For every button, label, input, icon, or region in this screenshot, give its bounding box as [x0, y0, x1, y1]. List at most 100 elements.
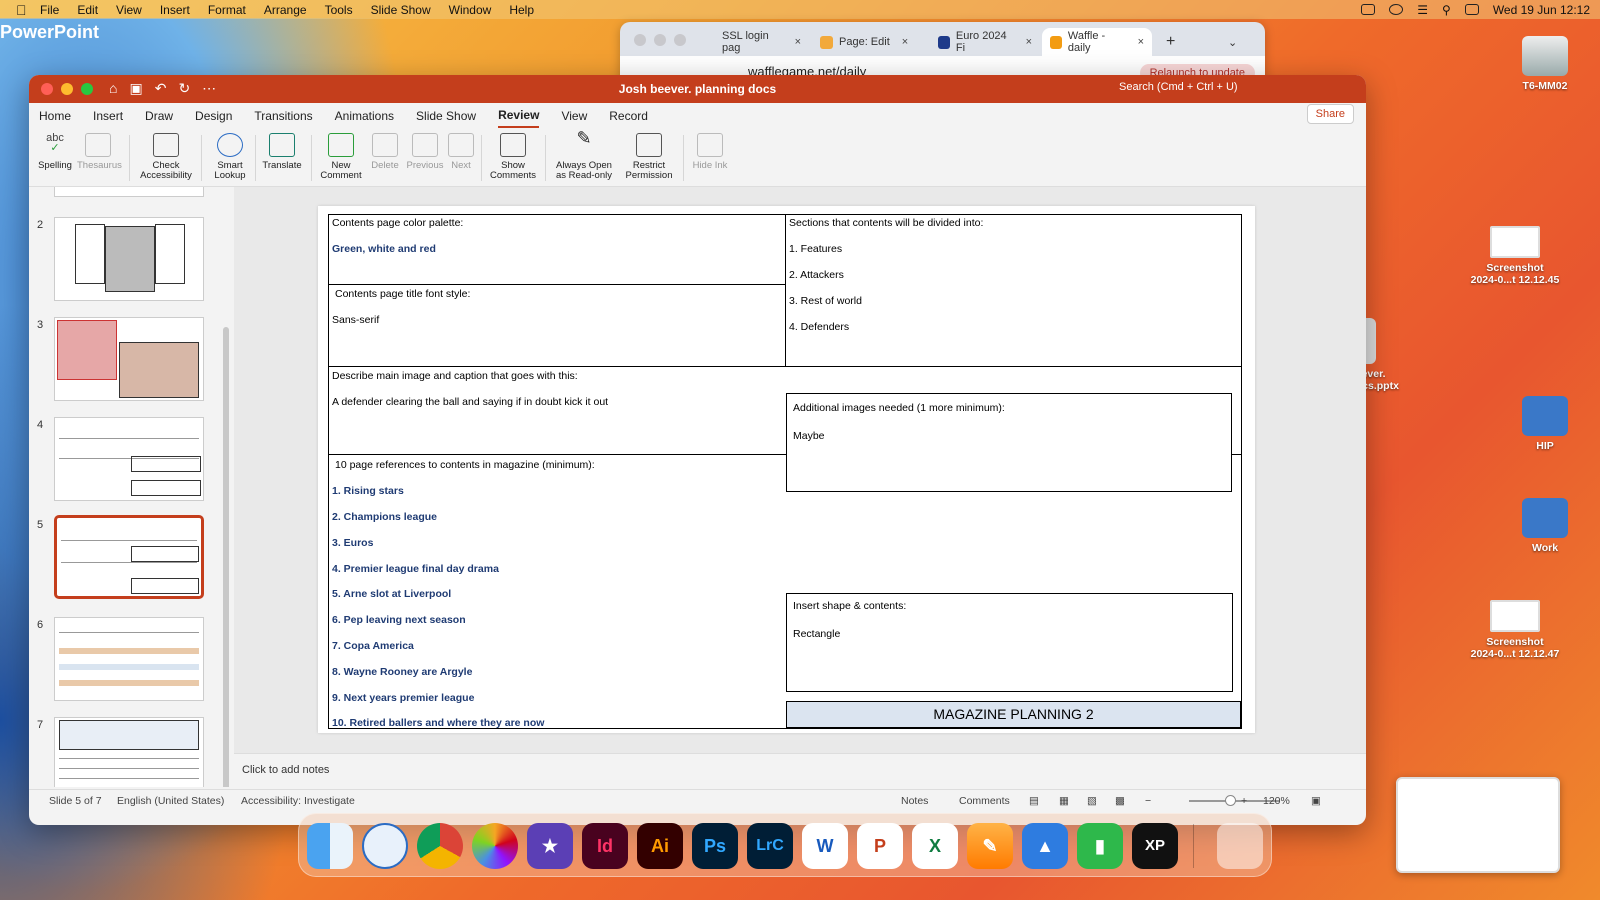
zoom-out-icon[interactable]: −	[1145, 795, 1151, 807]
tab-list-chevron-icon[interactable]: ⌄	[1220, 28, 1245, 56]
section-item[interactable]: 4. Defenders	[789, 321, 849, 333]
reading-view-icon[interactable]: ▧	[1087, 795, 1097, 807]
close-tab-icon[interactable]: ×	[902, 36, 908, 48]
illustrator-icon[interactable]: Ai	[637, 823, 683, 869]
zoom-level[interactable]: 120%	[1263, 795, 1290, 807]
slide-thumbnail-6[interactable]	[54, 617, 204, 701]
desktop-icon-drive[interactable]: T6-MM02	[1490, 36, 1600, 92]
check-accessibility-button[interactable]: Check Accessibility	[137, 133, 195, 181]
slide-thumbnail-3[interactable]	[54, 317, 204, 401]
slide-thumbnail-4[interactable]	[54, 417, 204, 501]
translate-button[interactable]: Translate	[259, 133, 305, 171]
pages-icon[interactable]: ✎	[967, 823, 1013, 869]
tab-insert[interactable]: Insert	[93, 105, 123, 127]
excel-icon[interactable]: X	[912, 823, 958, 869]
browser-tab[interactable]: SSL login pag ×	[714, 28, 809, 56]
photoshop-icon[interactable]: Ps	[692, 823, 738, 869]
minimize-button[interactable]	[654, 34, 666, 46]
tab-view[interactable]: View	[561, 105, 587, 127]
thesaurus-button[interactable]: Thesaurus	[77, 133, 122, 171]
slide-thumbnail-2[interactable]	[54, 217, 204, 301]
notes-toggle[interactable]: Notes	[901, 795, 928, 807]
lightroom-classic-icon[interactable]: LrC	[747, 823, 793, 869]
page-reference[interactable]: 9. Next years premier league	[332, 692, 474, 704]
zoom-button[interactable]	[674, 34, 686, 46]
keynote-icon[interactable]: ▲	[1022, 823, 1068, 869]
section-item[interactable]: 1. Features	[789, 243, 842, 255]
xppen-status-icon[interactable]	[1361, 4, 1376, 15]
desktop-icon-hip[interactable]: HIP	[1490, 396, 1600, 452]
share-button[interactable]: Share	[1306, 104, 1354, 124]
sections-label[interactable]: Sections that contents will be divided i…	[789, 217, 983, 229]
menu-arrange[interactable]: Arrange	[264, 3, 307, 17]
new-comment-button[interactable]: New Comment	[317, 133, 365, 181]
chrome-icon[interactable]	[417, 823, 463, 869]
desktop-icon-screenshot-1[interactable]: Screenshot 2024-0...t 12.12.45	[1460, 226, 1570, 286]
main-image-value[interactable]: A defender clearing the ball and saying …	[332, 396, 608, 408]
magazine-planning-banner[interactable]: MAGAZINE PLANNING 2	[786, 701, 1241, 728]
section-item[interactable]: 3. Rest of world	[789, 295, 862, 307]
notes-pane[interactable]: Click to add notes	[234, 753, 1366, 789]
slide-sorter-icon[interactable]: ▦	[1059, 795, 1069, 807]
menu-slide-show[interactable]: Slide Show	[371, 3, 431, 17]
tab-review[interactable]: Review	[498, 104, 540, 128]
safari-icon[interactable]	[362, 823, 408, 869]
menu-edit[interactable]: Edit	[77, 3, 98, 17]
zoom-in-icon[interactable]: +	[1241, 795, 1247, 807]
powerpoint-icon[interactable]: P	[857, 823, 903, 869]
page-reference[interactable]: 8. Wayne Rooney are Argyle	[332, 666, 472, 678]
tab-slide-show[interactable]: Slide Show	[416, 105, 476, 127]
close-tab-icon[interactable]: ×	[795, 36, 801, 48]
page-references-label[interactable]: 10 page references to contents in magazi…	[335, 459, 595, 471]
browser-tab-active[interactable]: Waffle - daily ×	[1042, 28, 1152, 56]
wifi-icon[interactable]: ☰	[1417, 3, 1428, 17]
close-button[interactable]	[634, 34, 646, 46]
page-reference[interactable]: 7. Copa America	[332, 640, 414, 652]
desktop-icon-work[interactable]: Work	[1490, 498, 1600, 554]
menu-format[interactable]: Format	[208, 3, 246, 17]
thumbnail-scrollbar[interactable]	[223, 327, 229, 787]
tab-home[interactable]: Home	[39, 105, 71, 127]
numbers-icon[interactable]: ▮	[1077, 823, 1123, 869]
tab-design[interactable]: Design	[195, 105, 232, 127]
menu-view[interactable]: View	[116, 3, 142, 17]
fit-to-window-icon[interactable]: ▣	[1311, 795, 1321, 807]
creative-cloud-icon[interactable]	[1389, 4, 1404, 15]
indesign-icon[interactable]: Id	[582, 823, 628, 869]
next-comment-button[interactable]: Next	[447, 133, 475, 171]
font-value[interactable]: Sans-serif	[332, 314, 379, 326]
page-reference[interactable]: 5. Arne slot at Liverpool	[332, 588, 451, 600]
palette-value[interactable]: Green, white and red	[332, 243, 436, 255]
new-tab-button[interactable]: +	[1158, 28, 1183, 56]
browser-tab[interactable]: Euro 2024 Fi ×	[930, 28, 1040, 56]
browser-tab[interactable]: Page: Edit ×	[812, 28, 927, 56]
imovie-icon[interactable]: ★	[527, 823, 573, 869]
finder-icon[interactable]	[307, 823, 353, 869]
normal-view-icon[interactable]: ▤	[1029, 795, 1039, 807]
restrict-permission-button[interactable]: Restrict Permission	[621, 133, 677, 181]
tab-transitions[interactable]: Transitions	[254, 105, 312, 127]
palette-label[interactable]: Contents page color palette:	[332, 217, 463, 229]
page-reference[interactable]: 10. Retired ballers and where they are n…	[332, 717, 544, 729]
tab-record[interactable]: Record	[609, 105, 648, 127]
main-image-label[interactable]: Describe main image and caption that goe…	[332, 370, 578, 382]
control-center-icon[interactable]	[1464, 4, 1479, 15]
search-icon[interactable]: ⚲	[1442, 3, 1451, 17]
word-icon[interactable]: W	[802, 823, 848, 869]
show-comments-button[interactable]: Show Comments	[487, 133, 539, 181]
zoom-slider-handle[interactable]	[1225, 795, 1236, 806]
language-indicator[interactable]: English (United States)	[117, 795, 224, 807]
previous-comment-button[interactable]: Previous	[405, 133, 445, 171]
page-reference[interactable]: 1. Rising stars	[332, 485, 404, 497]
screenshot-preview-thumbnail[interactable]	[1396, 777, 1560, 873]
menu-window[interactable]: Window	[449, 3, 492, 17]
menu-insert[interactable]: Insert	[160, 3, 190, 17]
close-tab-icon[interactable]: ×	[1026, 36, 1032, 48]
menu-app-name[interactable]: PowerPoint	[0, 9, 99, 55]
trash-icon[interactable]	[1217, 823, 1263, 869]
photos-icon[interactable]	[472, 823, 518, 869]
page-reference[interactable]: 2. Champions league	[332, 511, 437, 523]
tab-draw[interactable]: Draw	[145, 105, 173, 127]
clock[interactable]: Wed 19 Jun 12:12	[1493, 3, 1590, 17]
menu-tools[interactable]: Tools	[325, 3, 353, 17]
